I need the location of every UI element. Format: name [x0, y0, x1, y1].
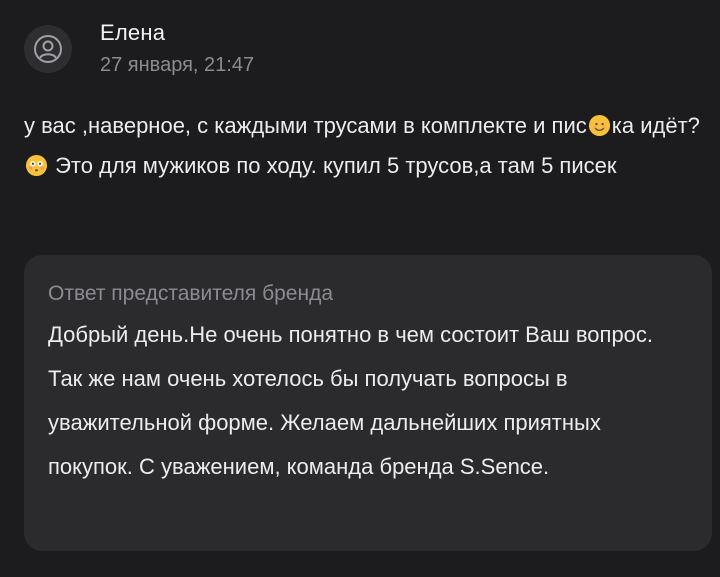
review-text: у вас ,наверное, с каждыми трусами в ком… [24, 106, 714, 186]
review-date: 27 января, 21:47 [100, 54, 255, 76]
review-meta: Елена 27 января, 21:47 [100, 18, 254, 78]
review-text-part1: у вас ,наверное, с каждыми трусами в ком… [24, 113, 587, 138]
user-icon [34, 35, 62, 63]
flushed-face-emoji-icon [25, 154, 48, 177]
brand-reply-title: Ответ представителя бренда [48, 282, 334, 305]
review-header: Елена 27 января, 21:47 [24, 18, 254, 78]
avatar[interactable] [24, 25, 72, 73]
review-text-part3: Это для мужиков по ходу. купил 5 трусов,… [49, 153, 617, 178]
brand-reply-card: Ответ представителя бренда Добрый день.Н… [24, 255, 712, 551]
review-text-part2: ка идёт? [611, 113, 700, 138]
brand-reply-text: Добрый день.Не очень понятно в чем состо… [48, 322, 654, 479]
smiling-face-emoji-icon [588, 114, 610, 137]
author-name[interactable]: Елена [100, 18, 254, 48]
